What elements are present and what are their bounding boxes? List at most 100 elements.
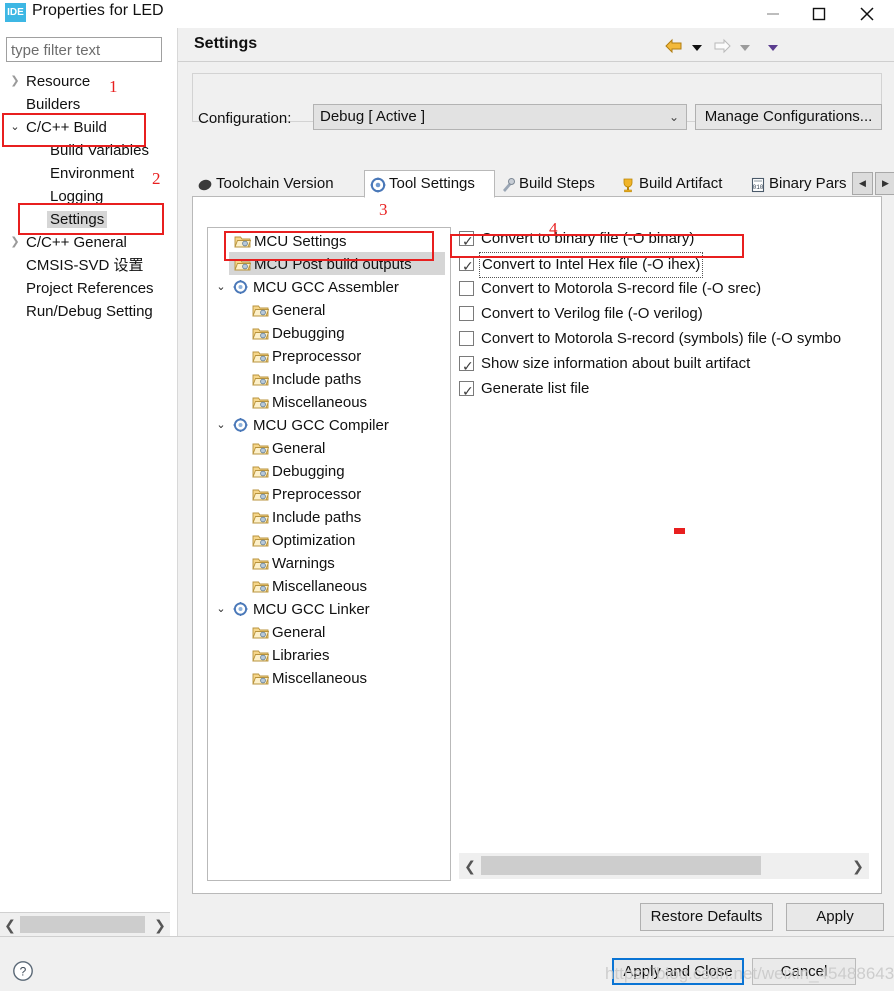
tab-binary-parsers[interactable]: 010 Binary Pars bbox=[745, 170, 865, 197]
expander-cpp-build[interactable]: ⌄ bbox=[8, 116, 22, 139]
expander-cpp-general[interactable]: ❯ bbox=[8, 231, 22, 254]
folder-icon bbox=[252, 463, 270, 479]
tree-item-mcu-gcc-compiler[interactable]: MCU GCC Compiler bbox=[253, 414, 389, 437]
window-title: Properties for LED bbox=[32, 2, 164, 19]
annotation-dash-mark bbox=[674, 528, 685, 534]
tab-tool-settings[interactable]: Tool Settings bbox=[364, 170, 495, 198]
forward-history-chevron-down-icon[interactable] bbox=[738, 40, 752, 52]
annotation-number-3: 3 bbox=[379, 200, 388, 219]
expander-mcu-gcc-linker[interactable]: ⌄ bbox=[214, 598, 228, 621]
tab-scroll-left-button[interactable]: ◀ bbox=[852, 172, 873, 195]
tree-item-mcu-post-build-outputs[interactable]: MCU Post build outputs bbox=[254, 253, 412, 276]
apply-and-close-button[interactable]: Apply and Close bbox=[612, 958, 744, 985]
tree-item-mcu-gcc-linker[interactable]: MCU GCC Linker bbox=[253, 598, 370, 621]
sidebar-item-cpp-build[interactable]: C/C++ Build bbox=[26, 116, 107, 139]
properties-tree[interactable]: ❯ Resource Builders ⌄ C/C++ Build Build … bbox=[0, 66, 170, 901]
sidebar-item-build-variables[interactable]: Build Variables bbox=[50, 139, 149, 162]
cancel-button[interactable]: Cancel bbox=[752, 958, 856, 985]
tool-settings-tree[interactable]: MCU Settings MCU Post build outputs ⌄ MC… bbox=[207, 227, 451, 881]
view-menu-chevron-down-icon[interactable] bbox=[766, 40, 780, 52]
folder-icon bbox=[252, 302, 270, 318]
expander-mcu-gcc-assembler[interactable]: ⌄ bbox=[214, 276, 228, 299]
tab-toolchain-version[interactable]: Toolchain Version bbox=[192, 170, 364, 197]
expander-mcu-gcc-compiler[interactable]: ⌄ bbox=[214, 414, 228, 437]
check-mark-icon: ✓ bbox=[462, 258, 474, 274]
checkbox-convert-srec[interactable] bbox=[459, 281, 474, 296]
tree-item-mcu-settings[interactable]: MCU Settings bbox=[254, 230, 347, 253]
tree-item-ld-general[interactable]: General bbox=[272, 621, 325, 644]
tab-bar[interactable]: Toolchain Version Tool Settings Build St… bbox=[192, 170, 894, 198]
sidebar-horizontal-scrollbar[interactable]: ❮ ❯ bbox=[0, 912, 170, 937]
sidebar-item-builders[interactable]: Builders bbox=[26, 93, 80, 116]
apply-button[interactable]: Apply bbox=[786, 903, 884, 931]
sidebar-item-environment[interactable]: Environment bbox=[50, 162, 134, 185]
tree-item-cc-optimization[interactable]: Optimization bbox=[272, 529, 355, 552]
checkbox-label: Show size information about built artifa… bbox=[481, 355, 751, 372]
chevron-down-icon: ⌄ bbox=[668, 110, 679, 124]
tree-item-cc-debugging[interactable]: Debugging bbox=[272, 460, 345, 483]
folder-icon bbox=[252, 555, 270, 571]
options-horizontal-scrollbar[interactable]: ❮ ❯ bbox=[459, 853, 869, 879]
checkbox-generate-list-file[interactable]: ✓ bbox=[459, 381, 474, 399]
folder-icon bbox=[252, 348, 270, 364]
tree-item-asm-preprocessor[interactable]: Preprocessor bbox=[272, 345, 361, 368]
restore-defaults-button[interactable]: Restore Defaults bbox=[640, 903, 773, 931]
expander-resource[interactable]: ❯ bbox=[8, 70, 22, 93]
sidebar-item-resource[interactable]: Resource bbox=[26, 70, 90, 93]
gear-folder-icon bbox=[232, 417, 249, 433]
tree-item-cc-general[interactable]: General bbox=[272, 437, 325, 460]
tab-build-steps-label: Build Steps bbox=[519, 175, 595, 192]
scroll-left-icon[interactable]: ❮ bbox=[0, 913, 20, 937]
scroll-thumb[interactable] bbox=[20, 916, 145, 933]
close-button[interactable] bbox=[844, 0, 890, 28]
manage-configurations-button[interactable]: Manage Configurations... bbox=[695, 104, 882, 130]
sidebar-item-cmsis-svd[interactable]: CMSIS-SVD 设置 bbox=[26, 254, 144, 277]
annotation-number-1: 1 bbox=[109, 77, 118, 96]
sidebar-item-logging[interactable]: Logging bbox=[50, 185, 103, 208]
folder-icon bbox=[252, 394, 270, 410]
tree-item-cc-warnings[interactable]: Warnings bbox=[272, 552, 335, 575]
checkbox-convert-verilog[interactable] bbox=[459, 306, 474, 321]
tree-item-asm-general[interactable]: General bbox=[272, 299, 325, 322]
configuration-select[interactable]: Debug [ Active ] ⌄ bbox=[313, 104, 687, 130]
tab-build-artifact-label: Build Artifact bbox=[639, 175, 723, 192]
back-history-chevron-down-icon[interactable] bbox=[690, 40, 704, 52]
tree-item-ld-libraries[interactable]: Libraries bbox=[272, 644, 330, 667]
tree-item-asm-include-paths[interactable]: Include paths bbox=[272, 368, 361, 391]
tab-build-steps[interactable]: Build Steps bbox=[495, 170, 615, 197]
properties-dialog: IDE Properties for LED type filter text … bbox=[0, 0, 894, 991]
tab-scroll-right-button[interactable]: ▶ bbox=[875, 172, 894, 195]
sidebar-item-run-debug-setting[interactable]: Run/Debug Setting bbox=[26, 300, 153, 323]
check-mark-icon: ✓ bbox=[462, 358, 474, 374]
tree-item-asm-debugging[interactable]: Debugging bbox=[272, 322, 345, 345]
sidebar-item-settings[interactable]: Settings bbox=[47, 208, 108, 231]
settings-panel: Settings Configuration: Debug [ Active ] bbox=[178, 28, 894, 936]
minimize-button[interactable] bbox=[750, 0, 796, 28]
check-mark-icon: ✓ bbox=[462, 383, 474, 399]
checkbox-convert-symbolsrec[interactable] bbox=[459, 331, 474, 346]
folder-icon bbox=[252, 532, 270, 548]
sidebar-item-cpp-general[interactable]: C/C++ General bbox=[26, 231, 127, 254]
filter-input[interactable]: type filter text bbox=[6, 37, 162, 62]
tree-item-cc-include-paths[interactable]: Include paths bbox=[272, 506, 361, 529]
tree-item-cc-miscellaneous[interactable]: Miscellaneous bbox=[272, 575, 367, 598]
tree-item-asm-miscellaneous[interactable]: Miscellaneous bbox=[272, 391, 367, 414]
forward-arrow-icon[interactable] bbox=[711, 37, 733, 55]
checkbox-show-size-info[interactable]: ✓ bbox=[459, 356, 474, 374]
maximize-button[interactable] bbox=[796, 0, 842, 28]
tab-build-artifact[interactable]: Build Artifact bbox=[615, 170, 745, 197]
sidebar-item-project-references[interactable]: Project References bbox=[26, 277, 154, 300]
scroll-thumb[interactable] bbox=[481, 856, 761, 875]
checkbox-convert-binary[interactable]: ✓ bbox=[459, 231, 474, 249]
tree-item-cc-preprocessor[interactable]: Preprocessor bbox=[272, 483, 361, 506]
help-icon[interactable]: ? bbox=[12, 960, 34, 982]
checkbox-convert-ihex[interactable]: ✓ bbox=[459, 256, 474, 274]
tool-settings-content: MCU Settings MCU Post build outputs ⌄ MC… bbox=[192, 197, 882, 894]
back-arrow-icon[interactable] bbox=[663, 37, 685, 55]
scroll-left-icon[interactable]: ❮ bbox=[459, 853, 481, 879]
checkbox-label: Convert to Intel Hex file (-O ihex) bbox=[479, 252, 704, 278]
scroll-right-icon[interactable]: ❯ bbox=[150, 913, 170, 937]
tree-item-mcu-gcc-assembler[interactable]: MCU GCC Assembler bbox=[253, 276, 399, 299]
scroll-right-icon[interactable]: ❯ bbox=[847, 853, 869, 879]
tree-item-ld-miscellaneous[interactable]: Miscellaneous bbox=[272, 667, 367, 690]
